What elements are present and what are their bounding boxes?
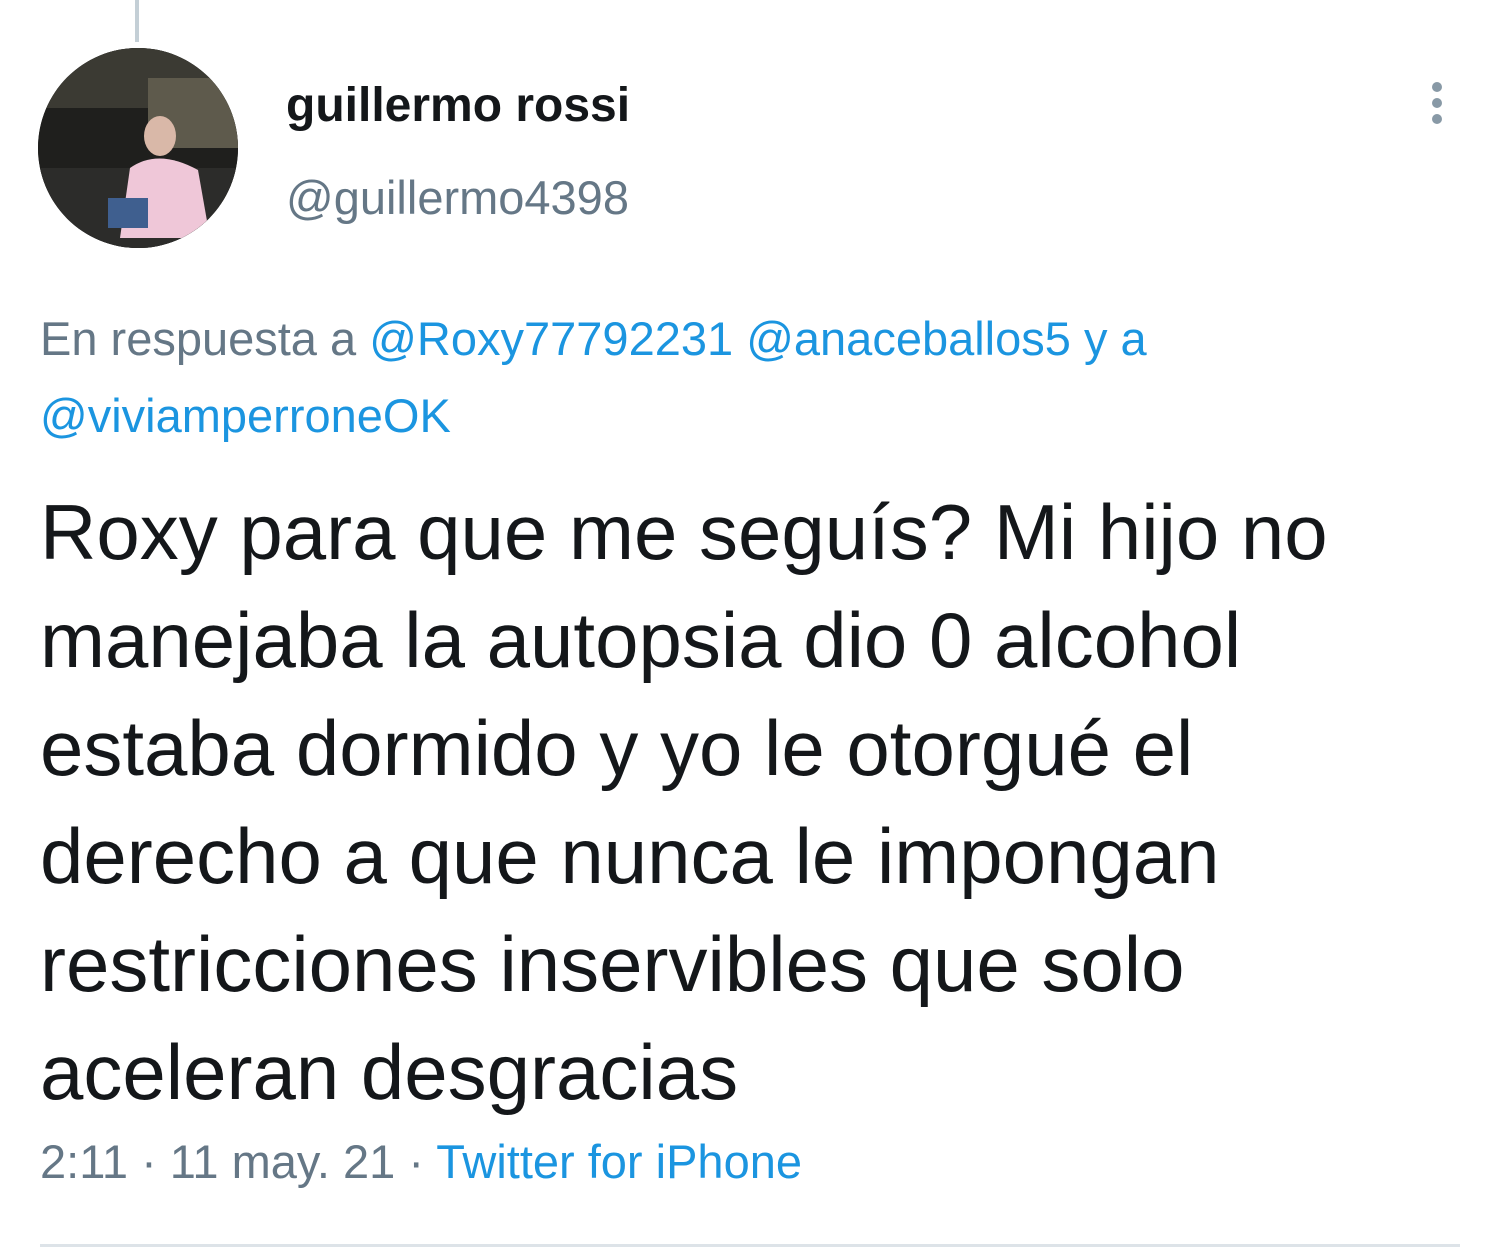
thread-connector-line — [135, 0, 139, 42]
reply-prefix: En respuesta a — [40, 312, 370, 365]
tweet-date[interactable]: 11 may. 21 — [170, 1135, 396, 1188]
mention-link[interactable]: @viviamperroneOK — [40, 389, 451, 442]
reply-context: En respuesta a @Roxy77792231 @anaceballo… — [40, 300, 1460, 454]
mention-link[interactable]: @anaceballos5 — [746, 312, 1071, 365]
tweet-text: Roxy para que me seguís? Mi hijo no mane… — [40, 488, 1328, 1116]
reply-connector: y a — [1083, 312, 1147, 365]
meta-separator: · — [141, 1135, 157, 1188]
author-display-name[interactable]: guillermo rossi — [286, 78, 630, 133]
mention-link[interactable]: @Roxy77792231 — [369, 312, 733, 365]
avatar-photo — [38, 48, 238, 248]
tweet-time[interactable]: 2:11 — [40, 1135, 128, 1188]
author-handle[interactable]: @guillermo4398 — [286, 170, 629, 225]
more-vertical-icon[interactable] — [1425, 82, 1449, 134]
tweet-metadata: 2:11 · 11 may. 21 · Twitter for iPhone — [40, 1134, 802, 1189]
avatar[interactable] — [38, 48, 238, 248]
divider — [40, 1244, 1460, 1247]
meta-separator: · — [408, 1135, 425, 1188]
tweet-source-link[interactable]: Twitter for iPhone — [436, 1135, 802, 1188]
